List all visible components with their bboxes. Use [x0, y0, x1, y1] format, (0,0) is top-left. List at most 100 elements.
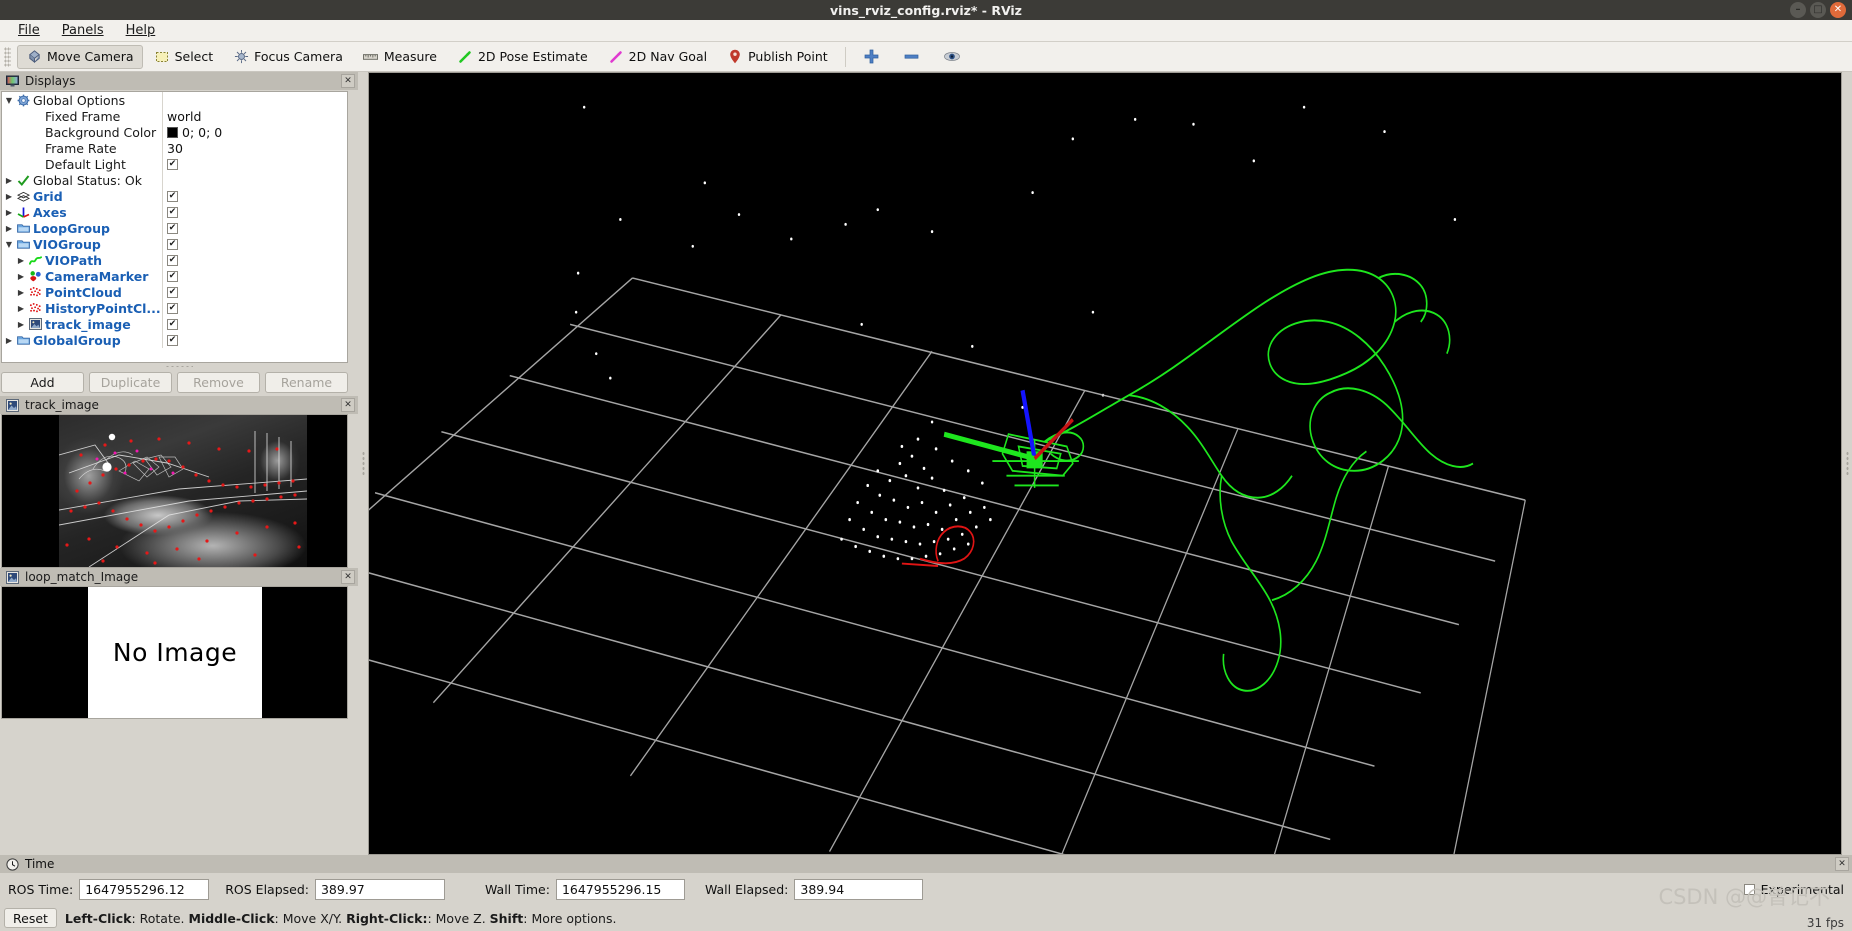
display-row-value[interactable]: 0; 0; 0	[162, 124, 347, 140]
chevron-right-icon[interactable]: ▶	[16, 256, 26, 265]
chevron-right-icon[interactable]: ▶	[4, 176, 14, 185]
chevron-right-icon[interactable]: ▶	[4, 192, 14, 201]
display-enable-checkbox[interactable]: ✔	[167, 286, 178, 298]
add-button[interactable]: Add	[1, 372, 84, 393]
tool-move-camera[interactable]: Move Camera	[17, 44, 143, 69]
display-row-value[interactable]: world	[162, 108, 347, 124]
display-row-value[interactable]	[162, 92, 347, 108]
display-row-viopath[interactable]: ▶ VIOPath ✔	[2, 252, 347, 268]
help-part-2: Middle-Click	[188, 910, 275, 926]
displays-splitter[interactable]	[0, 363, 358, 370]
image-icon	[29, 318, 42, 331]
loop-match-image-view[interactable]: No Image	[1, 586, 348, 719]
display-row-value[interactable]: ✔	[162, 284, 347, 300]
menu-item-file[interactable]: File	[8, 21, 50, 40]
experimental-checkbox[interactable]	[1743, 883, 1755, 895]
display-row-fixed-frame[interactable]: Fixed Frame world	[2, 108, 347, 124]
display-row-name: ▼ VIOGroup	[2, 237, 162, 252]
add-icon[interactable]	[864, 49, 880, 65]
reset-button[interactable]: Reset	[4, 908, 57, 928]
display-row-value[interactable]: ✔	[162, 332, 347, 348]
chevron-right-icon[interactable]: ▶	[4, 208, 14, 217]
display-row-value[interactable]: ✔	[162, 300, 347, 316]
display-row-cameramarker[interactable]: ▶ CameraMarker ✔	[2, 268, 347, 284]
display-enable-checkbox[interactable]: ✔	[167, 206, 178, 218]
chevron-right-icon[interactable]: ▶	[16, 288, 26, 297]
display-row-value[interactable]: ✔	[162, 156, 347, 172]
tool-select[interactable]: Select	[145, 45, 223, 69]
experimental-toggle[interactable]: Experimental	[1743, 882, 1844, 897]
display-enable-checkbox[interactable]: ✔	[167, 254, 178, 266]
display-row-viogroup[interactable]: ▼ VIOGroup ✔	[2, 236, 347, 252]
display-row-value[interactable]: ✔	[162, 204, 347, 220]
ros-time-input[interactable]: 1647955296.12	[79, 878, 210, 900]
chevron-right-icon[interactable]: ▶	[16, 272, 26, 281]
display-row-value[interactable]	[162, 172, 347, 188]
duplicate-button[interactable]: Duplicate	[89, 372, 172, 393]
display-row-global-options[interactable]: ▼ Global Options	[2, 92, 347, 108]
loop-match-close-icon[interactable]: ✕	[341, 570, 355, 584]
display-row-value[interactable]: ✔	[162, 220, 347, 236]
chevron-down-icon[interactable]: ▼	[4, 240, 14, 249]
chevron-down-icon[interactable]: ▼	[4, 96, 14, 105]
display-row-value[interactable]: ✔	[162, 188, 347, 204]
remove-button[interactable]: Remove	[177, 372, 260, 393]
chevron-right-icon[interactable]: ▶	[16, 304, 26, 313]
track-image-close-icon[interactable]: ✕	[341, 398, 355, 412]
toolbar-grip[interactable]	[4, 46, 11, 67]
display-row-value[interactable]: ✔	[162, 236, 347, 252]
visibility-icon[interactable]	[943, 49, 960, 65]
loop-match-image-title: loop_match_Image	[25, 570, 139, 584]
display-row-track-image[interactable]: ▶ track_image ✔	[2, 316, 347, 332]
wall-time-input[interactable]: 1647955296.15	[555, 878, 685, 900]
tool-2d-pose-estimate[interactable]: 2D Pose Estimate	[448, 45, 597, 69]
chevron-right-icon[interactable]: ▶	[4, 224, 14, 233]
minimize-icon[interactable]: –	[1790, 2, 1806, 18]
wall-elapsed-input[interactable]: 389.94	[794, 878, 924, 900]
display-row-axes[interactable]: ▶ Axes ✔	[2, 204, 347, 220]
render-view-3d[interactable]	[368, 72, 1842, 855]
display-row-default-light[interactable]: Default Light ✔	[2, 156, 347, 172]
display-row-value[interactable]: ✔	[162, 268, 347, 284]
display-row-pointcloud[interactable]: ▶ PointCloud ✔	[2, 284, 347, 300]
display-enable-checkbox[interactable]: ✔	[167, 190, 178, 202]
display-row-loopgroup[interactable]: ▶ LoopGroup ✔	[2, 220, 347, 236]
display-row-frame-rate[interactable]: Frame Rate 30	[2, 140, 347, 156]
tool-2d-nav-goal[interactable]: 2D Nav Goal	[599, 45, 716, 69]
chevron-right-icon[interactable]: ▶	[16, 320, 26, 329]
display-enable-checkbox[interactable]: ✔	[167, 222, 178, 234]
displays-tree[interactable]: ▼ Global Options Fixed Frame world Backgroun…	[1, 91, 348, 363]
rename-button[interactable]: Rename	[265, 372, 348, 393]
ros-elapsed-input[interactable]: 389.97	[314, 878, 445, 900]
display-row-historypointcl[interactable]: ▶ HistoryPointCl... ✔	[2, 300, 347, 316]
tool-focus-camera[interactable]: Focus Camera	[224, 45, 352, 69]
display-row-global-status-ok[interactable]: ▶ Global Status: Ok	[2, 172, 347, 188]
display-row-globalgroup[interactable]: ▶ GlobalGroup ✔	[2, 332, 347, 348]
display-row-value[interactable]: 30	[162, 140, 347, 156]
tool-publish-point[interactable]: Publish Point	[718, 45, 837, 69]
left-right-splitter[interactable]	[358, 72, 368, 855]
maximize-icon[interactable]: □	[1810, 2, 1826, 18]
displays-close-icon[interactable]: ✕	[341, 74, 355, 88]
display-enable-checkbox[interactable]: ✔	[167, 270, 178, 282]
display-enable-checkbox[interactable]: ✔	[167, 334, 178, 346]
display-enable-checkbox[interactable]: ✔	[167, 318, 178, 330]
close-icon[interactable]: ✕	[1830, 2, 1846, 18]
title-bar: vins_rviz_config.rviz* - RViz – □ ✕	[0, 0, 1852, 20]
tool-measure[interactable]: Measure	[354, 45, 446, 69]
remove-icon[interactable]	[904, 49, 920, 65]
time-panel-close-icon[interactable]: ✕	[1835, 857, 1849, 871]
right-splitter[interactable]	[1842, 72, 1852, 855]
display-row-value[interactable]: ✔	[162, 252, 347, 268]
display-enable-checkbox[interactable]: ✔	[167, 238, 178, 250]
display-row-background-color[interactable]: Background Color 0; 0; 0	[2, 124, 347, 140]
display-enable-checkbox[interactable]: ✔	[167, 158, 178, 170]
display-row-grid[interactable]: ▶ Grid ✔	[2, 188, 347, 204]
menu-item-help[interactable]: Help	[116, 21, 166, 40]
display-row-value[interactable]: ✔	[162, 316, 347, 332]
display-enable-checkbox[interactable]: ✔	[167, 302, 178, 314]
chevron-right-icon[interactable]: ▶	[4, 336, 14, 345]
track-image-view[interactable]	[1, 414, 348, 568]
display-row-label: track_image	[45, 316, 131, 332]
menu-item-panels[interactable]: Panels	[52, 21, 114, 40]
